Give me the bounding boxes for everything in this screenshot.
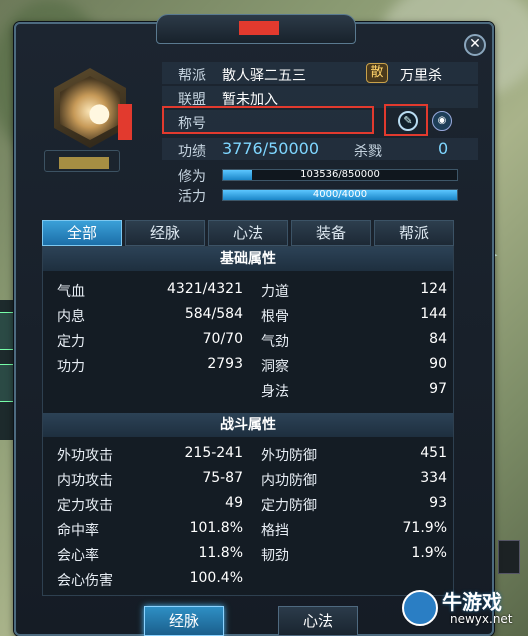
stat-value: 100.4%	[189, 570, 243, 586]
xiuwei-bar: 103536/850000	[222, 169, 458, 181]
stat-value: 71.9%	[402, 520, 447, 536]
xiuwei-label: 修为	[178, 169, 206, 185]
stat-label: 洞察	[261, 359, 289, 375]
tab-all[interactable]: 全部	[42, 220, 122, 246]
row-gongji: 功绩 3776/50000 杀戮 0	[162, 138, 478, 160]
stat-value: 75-87	[202, 470, 243, 486]
huoli-text: 4000/4000	[312, 189, 368, 200]
stat-value: 84	[429, 331, 447, 347]
stat-label: 力道	[261, 284, 289, 300]
stat-value: 334	[420, 470, 447, 486]
side-slot[interactable]	[498, 540, 520, 574]
stat-label: 内息	[57, 309, 85, 325]
basic-attributes-heading: 基础属性	[43, 247, 453, 271]
stat-value: 93	[429, 495, 447, 511]
stat-label: 气血	[57, 284, 85, 300]
watermark-url: newyx.net	[450, 612, 513, 626]
stat-label: 根骨	[261, 309, 289, 325]
stat-value: 124	[420, 281, 447, 297]
stat-label: 内功防御	[261, 473, 317, 489]
tab-equipment[interactable]: 装备	[291, 220, 371, 246]
stat-label: 气劲	[261, 334, 289, 350]
stats-panel: 基础属性 气血 4321/4321 内息 584/584 定力 70/70 功力…	[42, 246, 454, 596]
stat-label: 会心率	[57, 548, 99, 564]
stat-label: 定力攻击	[57, 498, 113, 514]
combat-attributes-heading: 战斗属性	[43, 413, 453, 437]
faction-name: 万里杀	[400, 68, 442, 84]
gourd-icon: ●	[88, 98, 111, 128]
stat-value: 144	[420, 306, 447, 322]
watermark-logo-icon	[402, 590, 438, 626]
redacted-level-name	[59, 157, 109, 169]
stat-value: 11.8%	[198, 545, 243, 561]
tab-xinfa[interactable]: 心法	[208, 220, 288, 246]
gongji-label: 功绩	[178, 144, 206, 160]
tab-bangpai[interactable]: 帮派	[374, 220, 454, 246]
stat-value: 451	[420, 445, 447, 461]
stat-value: 70/70	[202, 331, 243, 347]
stat-label: 命中率	[57, 523, 99, 539]
stat-value: 215-241	[184, 445, 244, 461]
row-bangpai: 帮派 散人驿二五三 散 万里杀	[162, 62, 478, 84]
avatar: ●	[52, 64, 128, 152]
close-button[interactable]: ✕	[464, 34, 486, 56]
stat-label: 格挡	[261, 523, 289, 539]
huoli-bar: 4000/4000	[222, 189, 458, 201]
title-plate	[156, 14, 356, 44]
xiuwei-text: 103536/850000	[300, 169, 380, 180]
stat-label: 内功攻击	[57, 473, 113, 489]
watermark-title: 牛游戏	[442, 590, 502, 614]
stat-label: 定力防御	[261, 498, 317, 514]
stat-label: 韧劲	[261, 548, 289, 564]
stat-value: 1.9%	[411, 545, 447, 561]
stat-value: 49	[225, 495, 243, 511]
avatar-name-plate	[44, 150, 120, 172]
view-title-button[interactable]: ◉	[432, 111, 452, 131]
edit-title-button[interactable]: ✎	[398, 111, 418, 131]
huoli-label: 活力	[178, 189, 206, 205]
title-highlight-box	[162, 106, 374, 134]
side-item-slot[interactable]	[0, 312, 14, 350]
stat-value: 90	[429, 356, 447, 372]
stat-value: 584/584	[184, 306, 243, 322]
watermark: 牛游戏 newyx.net	[402, 586, 522, 632]
shalu-value: 0	[438, 139, 449, 158]
bangpai-label: 帮派	[178, 68, 206, 84]
stat-label: 功力	[57, 359, 85, 375]
redacted-character-name	[239, 21, 279, 35]
stat-label: 外功防御	[261, 448, 317, 464]
jingmai-button[interactable]: 经脉	[144, 606, 224, 636]
stat-value: 101.8%	[189, 520, 243, 536]
stat-value: 4321/4321	[167, 281, 243, 297]
xinfa-button[interactable]: 心法	[278, 606, 358, 636]
eye-icon: ◉	[437, 115, 447, 126]
row-lianmeng: 联盟 暂未加入	[162, 86, 478, 108]
tab-bar: 全部 经脉 心法 装备 帮派	[42, 220, 454, 246]
side-item-slot[interactable]	[0, 364, 14, 402]
stat-label: 身法	[261, 384, 289, 400]
tab-jingmai[interactable]: 经脉	[125, 220, 205, 246]
stat-value: 2793	[207, 356, 243, 372]
close-icon: ✕	[469, 36, 481, 52]
faction-badge: 散	[366, 63, 388, 83]
shalu-label: 杀戮	[354, 144, 382, 160]
stat-value: 97	[429, 381, 447, 397]
stat-label: 外功攻击	[57, 448, 113, 464]
redacted-side-info	[118, 104, 132, 140]
gongji-value: 3776/50000	[222, 139, 320, 158]
pencil-icon: ✎	[403, 114, 413, 127]
stat-label: 定力	[57, 334, 85, 350]
stat-label: 会心伤害	[57, 573, 113, 589]
bangpai-value: 散人驿二五三	[222, 68, 306, 84]
